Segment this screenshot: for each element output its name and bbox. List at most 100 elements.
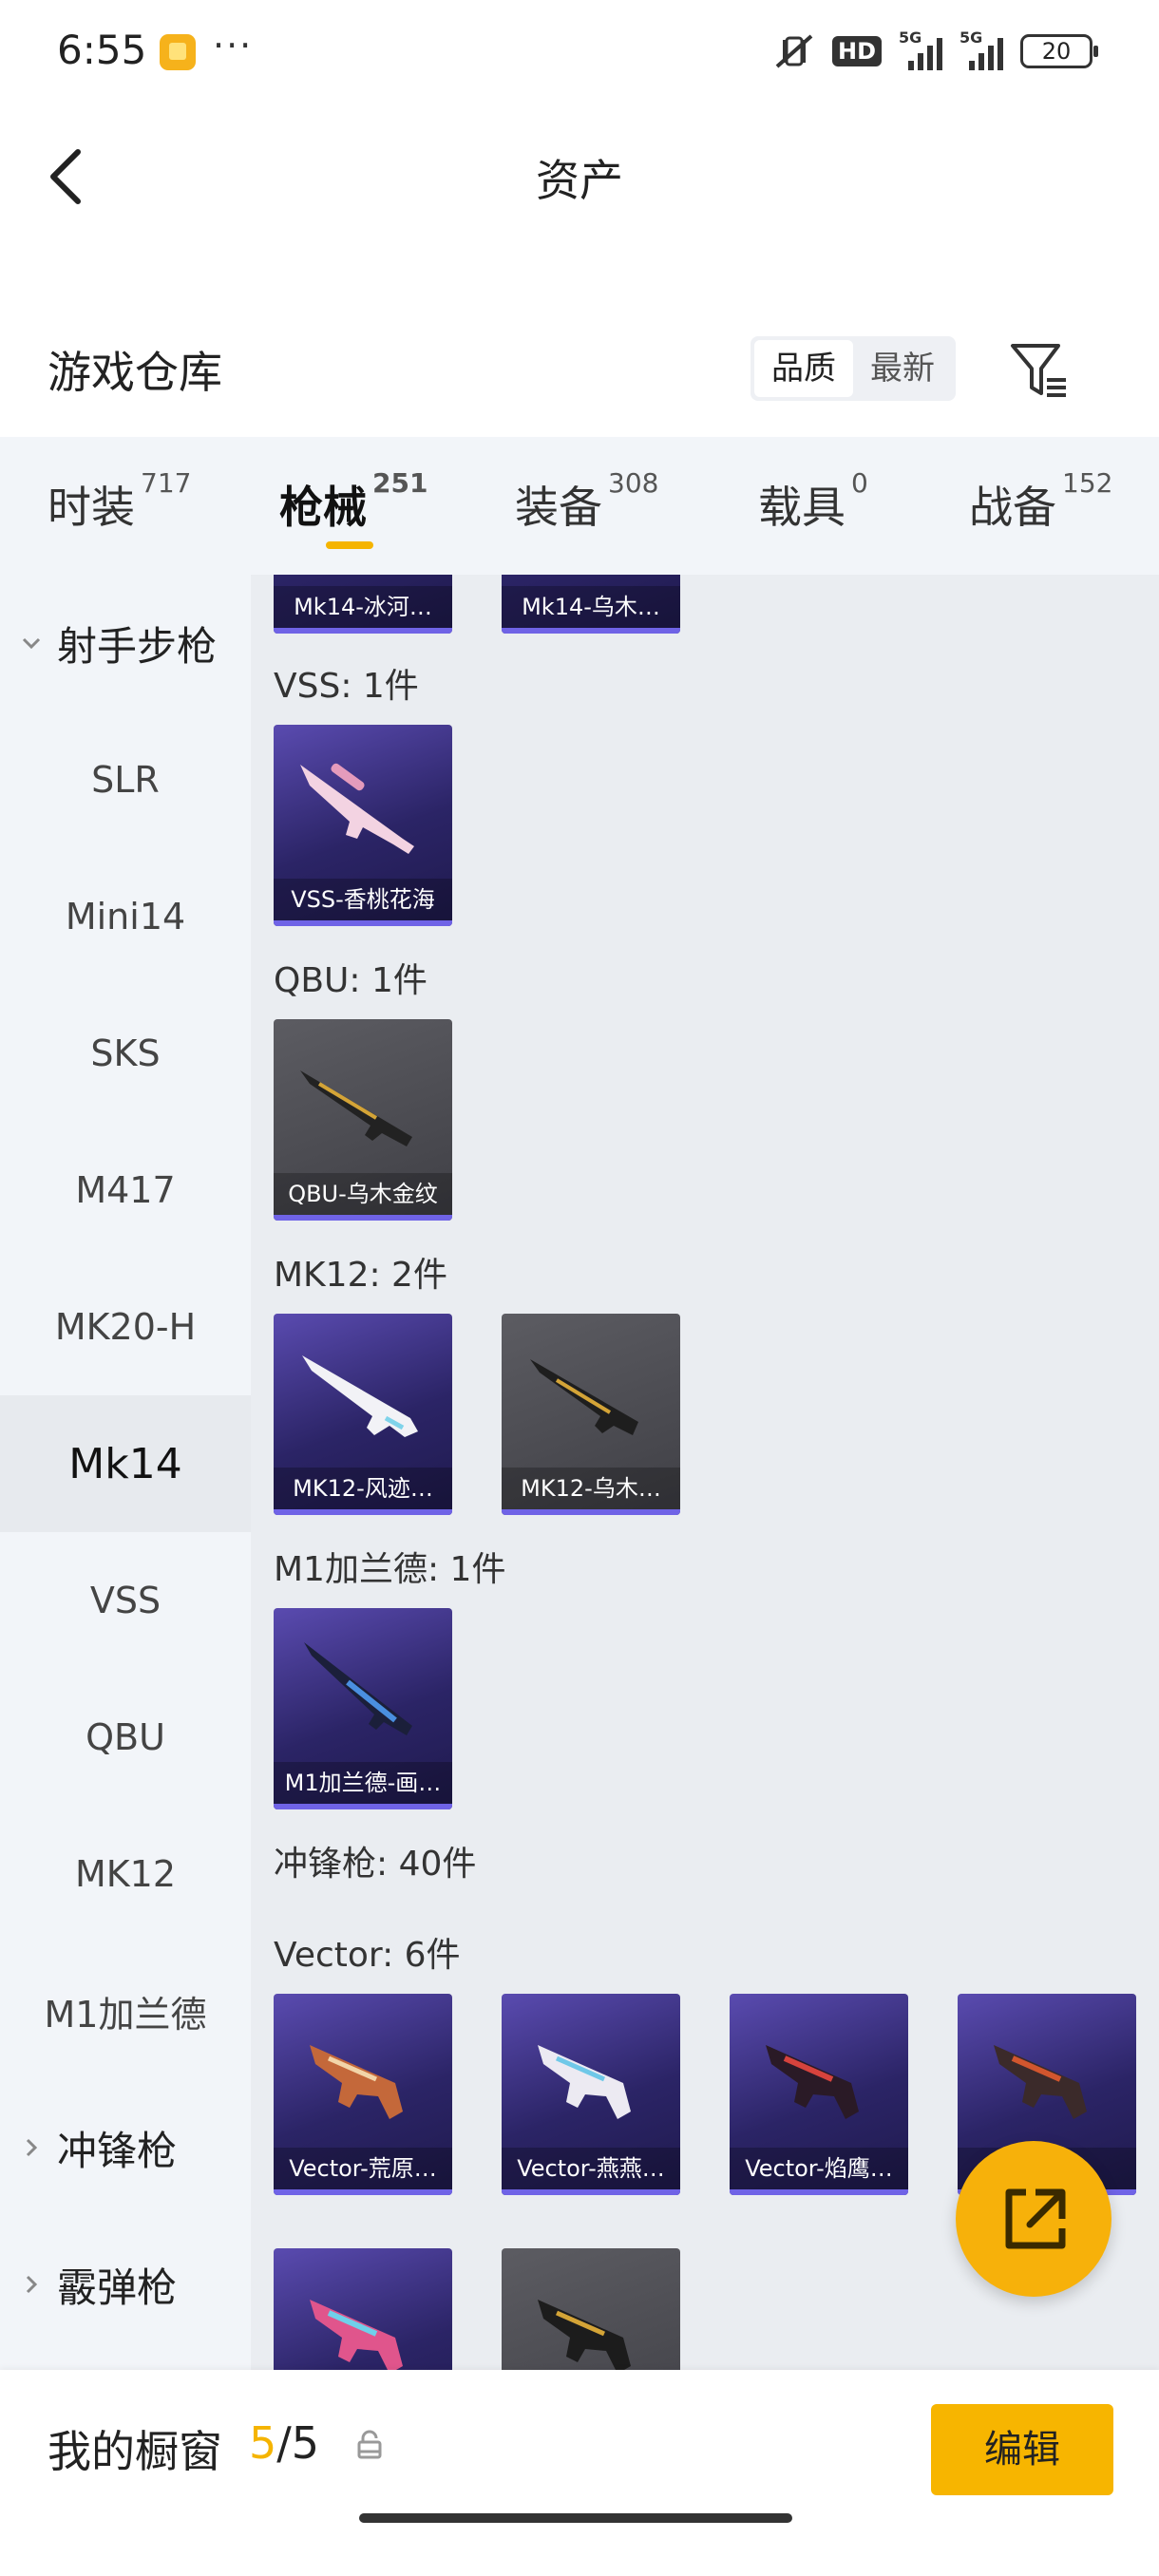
sort-by-newest[interactable]: 最新 (853, 340, 952, 397)
showcase-count: 5/5 (249, 2417, 319, 2469)
weapon-card[interactable]: MK12-风迹… (274, 1314, 452, 1515)
rarity-bar (274, 920, 452, 926)
card-caption: Mk14-乌木… (502, 586, 680, 628)
weapon-card[interactable]: M1加兰德-画… (274, 1608, 452, 1809)
card-caption: Mk14-冰河… (274, 586, 452, 628)
sidebar-item-mini14[interactable]: Mini14 (0, 848, 251, 985)
active-tab-indicator (326, 541, 373, 549)
chevron-down-icon (22, 637, 41, 650)
lock-icon (357, 2430, 382, 2459)
tab-vehicles[interactable]: 载具 0 (758, 467, 868, 536)
rifle-icon (302, 1355, 418, 1437)
tab-count: 251 (372, 467, 428, 499)
rifle-icon (530, 1359, 638, 1435)
sidebar-item-sks[interactable]: SKS (0, 985, 251, 1122)
sidebar-item-vss[interactable]: VSS (0, 1532, 251, 1669)
signal-icon-2: 5G (960, 28, 1003, 70)
weapon-card[interactable]: Mk14-冰河… (274, 575, 452, 634)
sidebar-item-m1-garand[interactable]: M1加兰德 (0, 1942, 251, 2079)
group-label: Vector: 6件 (274, 1936, 461, 1975)
smg-icon (538, 2300, 631, 2370)
tab-label: 装备 (515, 482, 602, 533)
rarity-bar (274, 628, 452, 634)
weapon-card[interactable]: MK12-乌木… (502, 1314, 680, 1515)
card-caption: QBU-乌木金纹 (274, 1173, 452, 1215)
tab-supplies[interactable]: 战备 152 (969, 467, 1112, 536)
sidebar-item-label: 霰弹枪 (57, 2263, 178, 2311)
weapon-type-sidebar: 射手步枪 SLR Mini14 SKS M417 MK20-H Mk14 VSS… (0, 575, 251, 2370)
sidebar-item-mk14[interactable]: Mk14 (0, 1395, 251, 1532)
card-caption: Vector-焰鹰… (730, 2148, 908, 2189)
section-header: 游戏仓库 品质 最新 (0, 313, 1159, 427)
weapon-card[interactable]: VSS-香桃花海 (274, 725, 452, 926)
smg-icon (310, 2045, 403, 2119)
chevron-right-icon (26, 2275, 38, 2294)
sidebar-item-mk20h[interactable]: MK20-H (0, 1259, 251, 1395)
share-icon (1005, 2188, 1066, 2249)
tab-costumes[interactable]: 时装 717 (48, 467, 191, 536)
sidebar-item-slr[interactable]: SLR (0, 711, 251, 848)
smg-icon (766, 2045, 859, 2119)
smg-icon (538, 2045, 631, 2119)
chevron-right-icon (26, 2138, 38, 2157)
home-indicator[interactable] (359, 2513, 792, 2523)
card-caption: VSS-香桃花海 (274, 879, 452, 920)
edit-button[interactable]: 编辑 (931, 2404, 1113, 2495)
battery-icon: 20 (1020, 34, 1098, 68)
showcase-label: 我的橱窗 (48, 2426, 222, 2477)
sniper-rifle-icon (300, 1070, 412, 1146)
status-time: 6:55 (57, 27, 147, 73)
category-tabs: 时装 717 枪械 251 装备 308 载具 0 战备 152 (0, 437, 1159, 575)
sidebar-item-label: 射手步枪 (57, 622, 218, 670)
tab-count: 0 (851, 467, 868, 499)
sidebar-item-m417[interactable]: M417 (0, 1122, 251, 1259)
filter-icon[interactable] (1007, 338, 1072, 403)
tab-label: 战备 (969, 482, 1056, 533)
sort-by-quality[interactable]: 品质 (754, 340, 853, 397)
share-button[interactable] (956, 2141, 1112, 2297)
card-caption: Vector-荒原… (274, 2148, 452, 2189)
sidebar-group-shotgun[interactable]: 霰弹枪 (0, 2216, 251, 2353)
rarity-bar (274, 1215, 452, 1221)
more-notifications-icon: ··· (213, 25, 254, 66)
rarity-bar (274, 2189, 452, 2195)
rifle-icon (304, 1642, 412, 1735)
weapon-card[interactable]: QBU-乌木金纹 (274, 1019, 452, 1221)
weapon-card[interactable]: Vector-燕燕… (502, 1994, 680, 2195)
status-bar: 6:55 ··· HD 5G 5G 20 (0, 0, 1159, 104)
weapon-card[interactable]: Mk14-乌木… (502, 575, 680, 634)
sidebar-item-qbu[interactable]: QBU (0, 1669, 251, 1806)
showcase-current: 5 (249, 2417, 277, 2469)
sidebar-group-marksman-rifles[interactable]: 射手步枪 (0, 575, 251, 711)
showcase-bar: 我的橱窗 5/5 编辑 (0, 2370, 1159, 2576)
weapon-card[interactable] (274, 2248, 452, 2370)
smg-icon (994, 2045, 1087, 2119)
signal-icon: 5G (899, 28, 942, 70)
showcase-total: /5 (276, 2417, 320, 2469)
category-label: 冲锋枪: 40件 (274, 1845, 477, 1884)
weapon-card[interactable] (502, 2248, 680, 2370)
tab-count: 717 (141, 467, 192, 499)
tab-label: 枪械 (279, 482, 367, 533)
tab-equipment[interactable]: 装备 308 (515, 467, 658, 536)
weapon-card[interactable]: Vector-荒原… (274, 1994, 452, 2195)
tab-count: 152 (1062, 467, 1113, 499)
weapon-card[interactable]: Vector-焰鹰… (730, 1994, 908, 2195)
rarity-bar (502, 1509, 680, 1515)
group-label: MK12: 2件 (274, 1256, 447, 1295)
notes-app-icon (160, 34, 196, 70)
sidebar-item-mk12[interactable]: MK12 (0, 1806, 251, 1942)
rarity-bar (274, 1804, 452, 1809)
group-label: VSS: 1件 (274, 667, 419, 706)
tab-firearms[interactable]: 枪械 251 (279, 467, 428, 536)
sort-toggle: 品质 最新 (750, 336, 956, 401)
rarity-bar (730, 2189, 908, 2195)
sniper-rifle-icon (300, 763, 414, 854)
group-label: M1加兰德: 1件 (274, 1550, 506, 1589)
section-title: 游戏仓库 (48, 347, 222, 398)
card-caption: MK12-风迹… (274, 1468, 452, 1509)
sidebar-group-smg[interactable]: 冲锋枪 (0, 2079, 251, 2216)
weapon-grid: Mk14-冰河… Mk14-乌木… VSS: 1件 VSS-香桃花海 QBU: … (251, 575, 1159, 2370)
rarity-bar (274, 1509, 452, 1515)
card-caption: Vector-燕燕… (502, 2148, 680, 2189)
